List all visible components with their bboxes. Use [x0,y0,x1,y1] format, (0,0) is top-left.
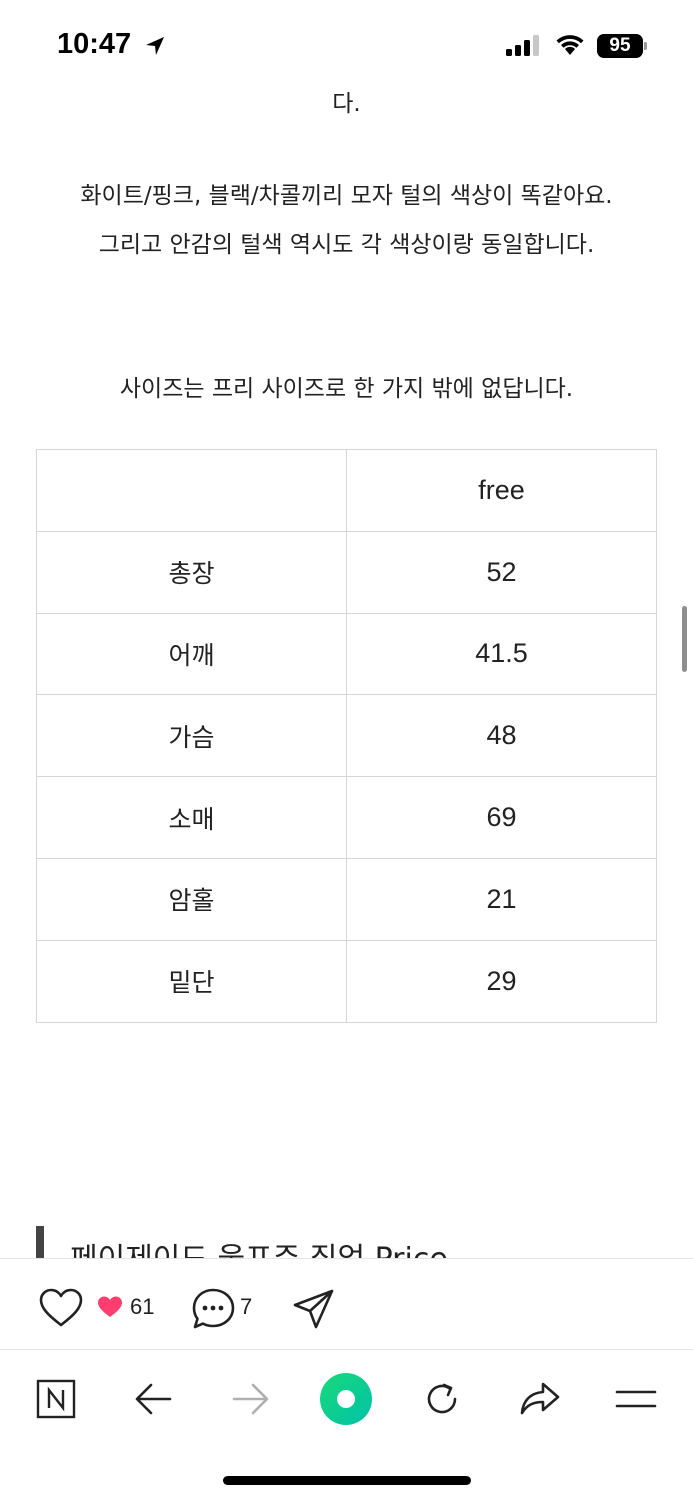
scroll-indicator[interactable] [682,606,687,672]
section-heading-text: 페이제이드 울프주 집업 Price [70,1234,448,1258]
table-cell-label: 암홀 [36,857,347,941]
status-bar: 10:47 95 [0,0,693,90]
table-cell-label: 어깨 [36,612,347,696]
table-cell-label: 가슴 [36,694,347,778]
table-cell-label: 소매 [36,776,347,859]
table-row: 가슴 48 [36,694,657,778]
section-heading: 페이제이드 울프주 집업 Price [0,1222,693,1258]
table-header-cell: free [346,449,657,532]
back-button[interactable] [124,1369,184,1429]
forward-button[interactable] [220,1369,280,1429]
back-arrow-icon [135,1383,172,1415]
article-text-cut: 다. [332,91,361,117]
table-row: 총장 52 [36,530,657,614]
heart-reaction-icon [98,1296,122,1317]
reload-icon [427,1383,457,1414]
reload-button[interactable] [412,1369,472,1429]
table-cell-value: 21 [346,857,657,941]
table-cell-value: 69 [346,776,657,859]
home-indicator[interactable] [223,1476,471,1485]
menu-icon [615,1390,657,1408]
share-icon [520,1382,560,1415]
battery-cap [644,42,647,50]
status-time: 10:47 [57,28,132,60]
signal-icon [506,35,539,56]
table-row: 어깨 41.5 [36,612,657,696]
wifi-icon [556,35,584,55]
comment-count: 7 [240,1294,253,1319]
send-share-icon[interactable] [292,1287,336,1331]
naver-n-icon [36,1379,76,1419]
table-row: 소매 69 [36,776,657,859]
table-cell-value: 29 [346,939,657,1023]
naver-home-button[interactable] [26,1369,86,1429]
like-heart-icon[interactable] [38,1287,84,1329]
article-text-colors: 화이트/핑크, 블랙/차콜끼리 모자 털의 색상이 똑같아요. [80,183,613,209]
heading-accent-bar [36,1226,44,1258]
table-header-row: free [36,449,657,532]
comment-icon[interactable] [191,1287,237,1331]
like-count: 61 [130,1294,155,1319]
reaction-bar: 61 7 [0,1258,693,1350]
share-button[interactable] [510,1369,570,1429]
table-cell-label: 밑단 [36,939,347,1023]
forward-arrow-icon [232,1383,269,1415]
battery-icon: 95 [597,34,643,58]
table-header-cell [36,449,347,532]
table-cell-value: 41.5 [346,612,657,696]
table-cell-label: 총장 [36,530,347,614]
size-table: free 총장 52 어깨 41.5 가슴 48 소매 69 암홀 21 밑단 … [36,449,657,1023]
green-dot-button[interactable] [316,1369,376,1429]
table-cell-value: 52 [346,530,657,614]
article-text-lining: 그리고 안감의 털색 역시도 각 색상이랑 동일합니다. [98,232,595,258]
article-text-size: 사이즈는 프리 사이즈로 한 가지 밖에 없답니다. [119,376,574,402]
location-arrow-icon [146,37,164,55]
green-dot-icon [320,1373,372,1425]
menu-button[interactable] [606,1369,666,1429]
table-cell-value: 48 [346,694,657,778]
table-row: 암홀 21 [36,857,657,941]
table-row: 밑단 29 [36,939,657,1023]
